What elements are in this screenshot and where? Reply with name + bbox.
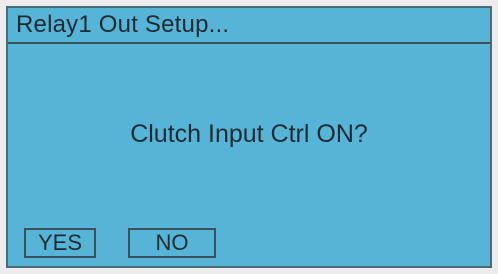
confirmation-message: Clutch Input Ctrl ON?	[130, 120, 368, 148]
dialog-title: Relay1 Out Setup...	[8, 8, 490, 44]
no-button[interactable]: NO	[128, 228, 216, 258]
lcd-screen: Relay1 Out Setup... Clutch Input Ctrl ON…	[6, 6, 492, 268]
yes-button[interactable]: YES	[24, 228, 96, 258]
